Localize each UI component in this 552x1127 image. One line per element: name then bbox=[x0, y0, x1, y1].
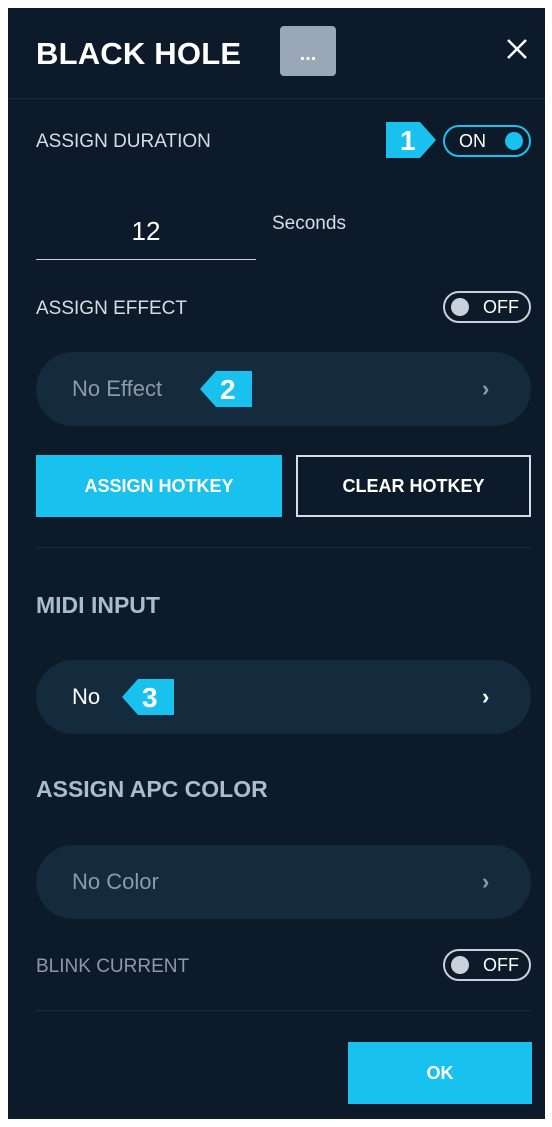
step-marker-1: 1 bbox=[386, 122, 436, 158]
blink-current-label: BLINK CURRENT bbox=[36, 956, 190, 977]
close-button[interactable] bbox=[502, 34, 532, 64]
chevron-right-icon: › bbox=[482, 684, 490, 709]
apc-color-title: ASSIGN APC COLOR bbox=[36, 776, 268, 802]
dialog-title: BLACK HOLE bbox=[36, 36, 242, 71]
apc-color-value: No Color bbox=[72, 869, 159, 894]
assign-effect-toggle[interactable]: OFF bbox=[443, 291, 531, 323]
chevron-right-icon: › bbox=[482, 869, 490, 894]
chevron-right-icon: › bbox=[482, 376, 490, 401]
close-icon bbox=[507, 39, 527, 59]
toggle-knob bbox=[451, 298, 469, 316]
clear-hotkey-button[interactable]: CLEAR HOTKEY bbox=[296, 455, 531, 517]
midi-input-title: MIDI INPUT bbox=[36, 592, 160, 618]
step-marker-3-label: 3 bbox=[142, 682, 158, 713]
duration-input-underline bbox=[36, 259, 256, 260]
step-marker-3: 3 bbox=[122, 679, 174, 715]
effect-select[interactable]: No Effect 2 › bbox=[36, 352, 531, 426]
step-marker-1-label: 1 bbox=[400, 125, 416, 156]
effect-select-value: No Effect bbox=[72, 376, 163, 401]
midi-input-value: No bbox=[72, 684, 101, 709]
blink-current-toggle-label: OFF bbox=[483, 954, 519, 975]
assign-duration-toggle-label: ON bbox=[459, 130, 486, 151]
toggle-knob bbox=[505, 132, 523, 150]
midi-input-select[interactable]: No 3 › bbox=[36, 660, 531, 734]
assign-duration-label: ASSIGN DURATION bbox=[36, 131, 211, 152]
step-marker-2: 2 bbox=[200, 371, 252, 407]
footer-divider bbox=[36, 1010, 531, 1011]
step-marker-2-label: 2 bbox=[220, 374, 236, 405]
more-button[interactable]: ... bbox=[280, 26, 336, 76]
section-divider bbox=[36, 547, 531, 548]
toggle-knob bbox=[451, 956, 469, 974]
header-divider bbox=[8, 98, 545, 99]
apc-color-select[interactable]: No Color › bbox=[36, 845, 531, 919]
assign-duration-toggle[interactable]: ON bbox=[443, 125, 531, 157]
assign-effect-label: ASSIGN EFFECT bbox=[36, 298, 187, 319]
duration-unit-label: Seconds bbox=[272, 213, 346, 234]
duration-input[interactable]: 12 bbox=[36, 216, 256, 247]
blink-current-toggle[interactable]: OFF bbox=[443, 949, 531, 981]
ok-button[interactable]: OK bbox=[348, 1042, 532, 1104]
dialog-panel: BLACK HOLE ... ASSIGN DURATION 1 ON 12 S… bbox=[8, 8, 545, 1119]
assign-effect-toggle-label: OFF bbox=[483, 296, 519, 317]
assign-hotkey-button[interactable]: ASSIGN HOTKEY bbox=[36, 455, 282, 517]
